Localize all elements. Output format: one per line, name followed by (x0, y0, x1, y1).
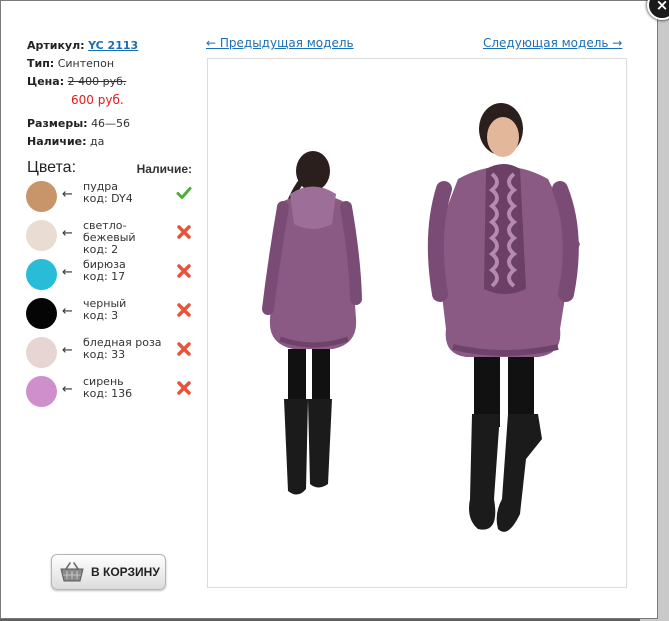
colors-title: Цвета: (27, 159, 77, 176)
color-item-lilac[interactable]: ← сирень код: 136 (26, 376, 194, 415)
model-front-view (427, 103, 580, 532)
sale-price: 600 руб. (71, 93, 124, 107)
cross-icon (177, 342, 191, 356)
stock-label: Наличие: (27, 135, 87, 148)
cross-icon (177, 264, 191, 278)
color-code: код: 17 (83, 270, 126, 283)
arrow-left-icon: ← (62, 343, 73, 358)
arrow-left-icon: ← (62, 187, 73, 202)
color-code: код: 136 (83, 387, 133, 400)
sizes-value: 46—56 (91, 117, 131, 130)
cross-icon (177, 303, 191, 317)
arrow-left-icon: ← (62, 226, 73, 241)
check-icon (176, 187, 192, 199)
color-item-pudra[interactable]: ← пудра код: DY4 (26, 181, 194, 220)
color-code: код: 3 (83, 309, 119, 322)
product-quickview-modal: Артикул: YC 2113 Тип: Синтепон Цена: 2 4… (0, 0, 658, 619)
arrow-left-icon: ← (62, 265, 73, 280)
next-model-link[interactable]: Следующая модель → (483, 36, 622, 50)
color-swatch[interactable] (26, 376, 57, 407)
arrow-left-icon: ← (62, 382, 73, 397)
product-photo-illustration (262, 103, 580, 532)
color-code: код: 2 (83, 243, 119, 256)
color-code: код: DY4 (83, 192, 133, 205)
color-swatch[interactable] (26, 220, 57, 251)
article-label: Артикул: (27, 39, 85, 52)
color-swatch[interactable] (26, 298, 57, 329)
type-label: Тип: (27, 57, 55, 70)
sizes-label: Размеры: (27, 117, 88, 130)
type-value: Синтепон (57, 57, 115, 70)
model-back-view (262, 151, 362, 495)
price-label: Цена: (27, 75, 65, 88)
previous-model-link[interactable]: ← Предыдущая модель (206, 36, 354, 50)
availability-title: Наличие: (136, 162, 192, 176)
article-link[interactable]: YC 2113 (88, 39, 138, 52)
color-item-turquoise[interactable]: ← бирюза код: 17 (26, 259, 194, 298)
close-icon: × (655, 0, 669, 14)
stock-value: да (90, 135, 105, 148)
product-info: Артикул: YC 2113 Тип: Синтепон Цена: 2 4… (27, 37, 138, 151)
old-price: 2 400 руб. (67, 75, 127, 88)
arrow-left-icon: ← (62, 304, 73, 319)
color-code: код: 33 (83, 348, 126, 361)
add-to-cart-label: В КОРЗИНУ (91, 565, 160, 579)
color-list: ← пудра код: DY4 ← светло-бежевый код: 2 ←… (26, 181, 194, 415)
color-item-black[interactable]: ← черный код: 3 (26, 298, 194, 337)
cross-icon (177, 381, 191, 395)
color-item-pale-rose[interactable]: ← бледная роза код: 33 (26, 337, 194, 376)
color-item-light-beige[interactable]: ← светло-бежевый код: 2 (26, 220, 194, 259)
basket-icon (60, 562, 84, 582)
color-swatch[interactable] (26, 181, 57, 212)
product-photo (207, 58, 627, 588)
cross-icon (177, 225, 191, 239)
add-to-cart-button[interactable]: В КОРЗИНУ (51, 554, 166, 590)
color-swatch[interactable] (26, 337, 57, 368)
colors-header: Цвета: Наличие: (27, 159, 192, 179)
color-swatch[interactable] (26, 259, 57, 290)
